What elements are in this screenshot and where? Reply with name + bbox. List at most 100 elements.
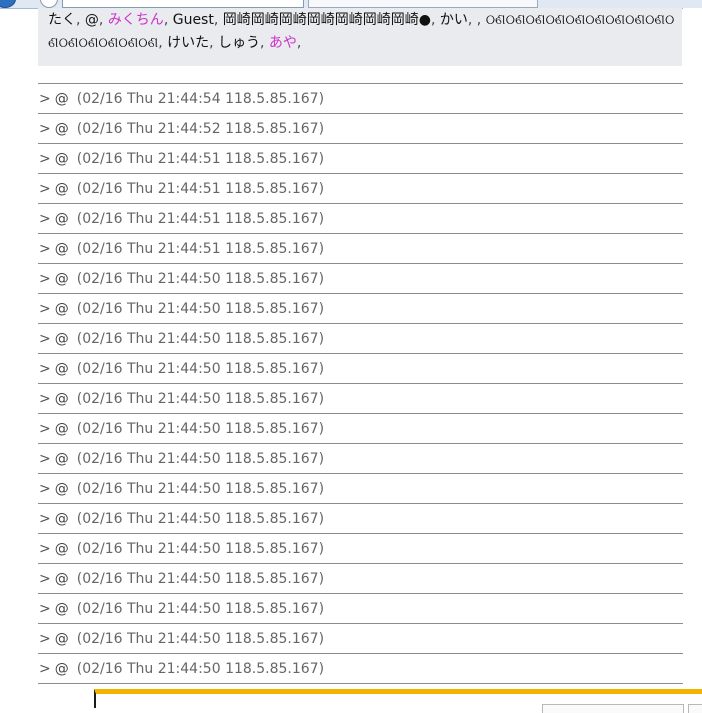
log-timestamp: (02/16 Thu 21:44:50 118.5.85.167) bbox=[76, 541, 325, 557]
user-separator: , bbox=[296, 35, 302, 51]
reply-mark: > bbox=[39, 181, 51, 197]
log-user-name: @ bbox=[54, 361, 69, 377]
log-timestamp: (02/16 Thu 21:44:52 118.5.85.167) bbox=[76, 121, 325, 137]
user-separator: , bbox=[163, 12, 169, 28]
log-user-name: @ bbox=[54, 91, 69, 107]
user-separator: , bbox=[467, 12, 473, 28]
log-row: > @ (02/16 Thu 21:44:50 118.5.85.167) bbox=[38, 653, 683, 684]
log-user-name: @ bbox=[54, 571, 69, 587]
log-user-name: @ bbox=[54, 421, 69, 437]
reply-mark: > bbox=[39, 451, 51, 467]
log-user-name: @ bbox=[54, 271, 69, 287]
log-user-name: @ bbox=[54, 151, 69, 167]
log-row: > @ (02/16 Thu 21:44:50 118.5.85.167) bbox=[38, 353, 683, 383]
user-separator: , bbox=[158, 35, 163, 51]
user-separator: , bbox=[76, 12, 81, 28]
log-row: > @ (02/16 Thu 21:44:50 118.5.85.167) bbox=[38, 383, 683, 413]
log-row: > @ (02/16 Thu 21:44:51 118.5.85.167) bbox=[38, 143, 683, 173]
reply-mark: > bbox=[39, 211, 51, 227]
input-frame bbox=[94, 689, 702, 713]
log-row: > @ (02/16 Thu 21:44:50 118.5.85.167) bbox=[38, 563, 683, 593]
log-timestamp: (02/16 Thu 21:44:50 118.5.85.167) bbox=[76, 451, 325, 467]
online-users-list: たく, @, みくちん, Guest, 岡崎岡崎岡崎岡崎岡崎岡崎岡崎●, かい,… bbox=[38, 8, 682, 66]
user-name: たく bbox=[48, 12, 76, 28]
reply-mark: > bbox=[39, 391, 51, 407]
reply-mark: > bbox=[39, 301, 51, 317]
reply-mark: > bbox=[39, 511, 51, 527]
log-row: > @ (02/16 Thu 21:44:52 118.5.85.167) bbox=[38, 113, 683, 143]
reply-mark: > bbox=[39, 361, 51, 377]
user-separator: , bbox=[98, 12, 104, 28]
log-timestamp: (02/16 Thu 21:44:51 118.5.85.167) bbox=[76, 181, 325, 197]
reply-mark: > bbox=[39, 121, 51, 137]
log-timestamp: (02/16 Thu 21:44:51 118.5.85.167) bbox=[76, 151, 325, 167]
log-user-name: @ bbox=[54, 601, 69, 617]
log-user-name: @ bbox=[54, 541, 69, 557]
address-bar[interactable] bbox=[62, 0, 304, 8]
log-row: > @ (02/16 Thu 21:44:50 118.5.85.167) bbox=[38, 503, 683, 533]
log-timestamp: (02/16 Thu 21:44:50 118.5.85.167) bbox=[76, 631, 325, 647]
log-user-name: @ bbox=[54, 661, 69, 677]
small-button[interactable] bbox=[688, 704, 702, 713]
reply-mark: > bbox=[39, 661, 51, 677]
log-timestamp: (02/16 Thu 21:44:50 118.5.85.167) bbox=[76, 331, 325, 347]
log-row: > @ (02/16 Thu 21:44:50 118.5.85.167) bbox=[38, 533, 683, 563]
log-row: > @ (02/16 Thu 21:44:50 118.5.85.167) bbox=[38, 413, 683, 443]
chat-log: > @ (02/16 Thu 21:44:54 118.5.85.167) > @ (02… bbox=[38, 83, 683, 684]
log-user-name: @ bbox=[54, 331, 69, 347]
reply-mark: > bbox=[39, 571, 51, 587]
log-timestamp: (02/16 Thu 21:44:54 118.5.85.167) bbox=[76, 91, 325, 107]
scrollbar[interactable] bbox=[683, 8, 702, 680]
log-user-name: @ bbox=[54, 481, 69, 497]
log-timestamp: (02/16 Thu 21:44:50 118.5.85.167) bbox=[76, 271, 325, 287]
log-timestamp: (02/16 Thu 21:44:51 118.5.85.167) bbox=[76, 211, 325, 227]
log-row: > @ (02/16 Thu 21:44:50 118.5.85.167) bbox=[38, 323, 683, 353]
user-name: しゅう bbox=[218, 35, 261, 51]
user-name: かい bbox=[439, 12, 468, 28]
user-name: Guest bbox=[172, 12, 214, 28]
back-button[interactable] bbox=[0, 0, 16, 8]
reply-mark: > bbox=[39, 481, 51, 497]
log-user-name: @ bbox=[54, 301, 69, 317]
input-field[interactable] bbox=[542, 704, 684, 713]
reply-mark: > bbox=[39, 271, 51, 287]
log-timestamp: (02/16 Thu 21:44:50 118.5.85.167) bbox=[76, 661, 325, 677]
log-timestamp: (02/16 Thu 21:44:50 118.5.85.167) bbox=[76, 511, 325, 527]
log-row: > @ (02/16 Thu 21:44:51 118.5.85.167) bbox=[38, 173, 683, 203]
user-name: みくちん bbox=[107, 12, 164, 28]
log-timestamp: (02/16 Thu 21:44:51 118.5.85.167) bbox=[76, 241, 325, 257]
browser-tab[interactable] bbox=[308, 0, 538, 8]
log-user-name: @ bbox=[54, 211, 69, 227]
reply-mark: > bbox=[39, 331, 51, 347]
reply-mark: > bbox=[39, 601, 51, 617]
log-timestamp: (02/16 Thu 21:44:50 118.5.85.167) bbox=[76, 571, 325, 587]
log-row: > @ (02/16 Thu 21:44:50 118.5.85.167) bbox=[38, 623, 683, 653]
user-separator: , bbox=[213, 12, 219, 28]
user-separator: , bbox=[209, 35, 214, 51]
log-row: > @ (02/16 Thu 21:44:50 118.5.85.167) bbox=[38, 593, 683, 623]
log-user-name: @ bbox=[54, 241, 69, 257]
reply-mark: > bbox=[39, 421, 51, 437]
reply-mark: > bbox=[39, 91, 51, 107]
user-name: あや bbox=[268, 35, 297, 51]
reply-mark: > bbox=[39, 151, 51, 167]
user-separator: , bbox=[260, 35, 265, 51]
log-row: > @ (02/16 Thu 21:44:50 118.5.85.167) bbox=[38, 443, 683, 473]
user-name: @ bbox=[84, 12, 99, 28]
log-row: > @ (02/16 Thu 21:44:54 118.5.85.167) bbox=[38, 83, 683, 113]
log-timestamp: (02/16 Thu 21:44:50 118.5.85.167) bbox=[76, 481, 325, 497]
log-row: > @ (02/16 Thu 21:44:50 118.5.85.167) bbox=[38, 293, 683, 323]
log-user-name: @ bbox=[54, 451, 69, 467]
user-separator: , bbox=[430, 12, 436, 28]
log-timestamp: (02/16 Thu 21:44:50 118.5.85.167) bbox=[76, 301, 325, 317]
log-timestamp: (02/16 Thu 21:44:50 118.5.85.167) bbox=[76, 391, 325, 407]
log-row: > @ (02/16 Thu 21:44:50 118.5.85.167) bbox=[38, 473, 683, 503]
user-name: 岡崎岡崎岡崎岡崎岡崎岡崎岡崎● bbox=[222, 12, 431, 28]
user-name: けいた bbox=[167, 35, 210, 51]
reply-mark: > bbox=[39, 241, 51, 257]
log-row: > @ (02/16 Thu 21:44:51 118.5.85.167) bbox=[38, 203, 683, 233]
log-row: > @ (02/16 Thu 21:44:51 118.5.85.167) bbox=[38, 233, 683, 263]
log-user-name: @ bbox=[54, 631, 69, 647]
forward-button[interactable] bbox=[40, 0, 58, 8]
log-user-name: @ bbox=[54, 181, 69, 197]
